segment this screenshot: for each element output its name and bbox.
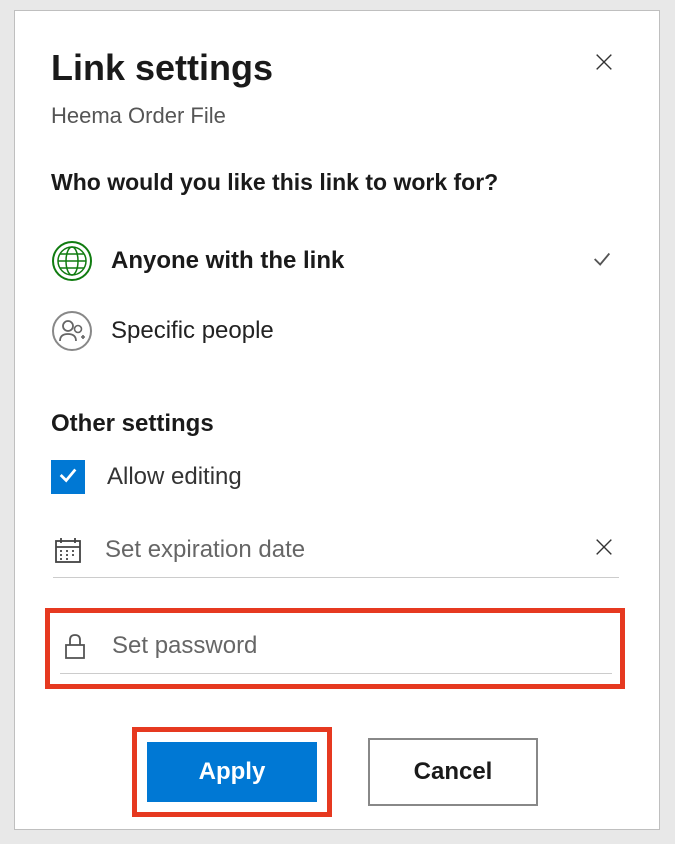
audience-question: Who would you like this link to work for… <box>51 169 619 196</box>
dialog-subtitle: Heema Order File <box>51 103 619 129</box>
option-specific[interactable]: Specific people <box>51 296 619 366</box>
apply-highlight: Apply <box>132 727 332 817</box>
expiration-input[interactable] <box>105 536 589 564</box>
password-row <box>60 631 612 674</box>
close-button[interactable] <box>589 47 619 82</box>
globe-icon <box>51 240 93 282</box>
people-icon <box>51 310 93 352</box>
allow-editing-label: Allow editing <box>107 463 242 491</box>
expiration-row <box>53 532 619 578</box>
option-specific-label: Specific people <box>111 317 619 345</box>
allow-editing-row: Allow editing <box>51 460 619 494</box>
dialog-title: Link settings <box>51 47 273 89</box>
link-settings-dialog: Link settings Heema Order File Who would… <box>14 10 660 830</box>
checkmark-icon <box>57 464 79 491</box>
check-icon <box>591 248 613 275</box>
calendar-icon <box>53 535 83 565</box>
dialog-buttons: Apply Cancel <box>51 727 619 817</box>
cancel-button[interactable]: Cancel <box>368 738 538 806</box>
audience-options: Anyone with the link Specific people <box>51 226 619 366</box>
apply-button[interactable]: Apply <box>147 742 317 802</box>
option-anyone[interactable]: Anyone with the link <box>51 226 619 296</box>
lock-icon <box>60 631 90 661</box>
allow-editing-checkbox[interactable] <box>51 460 85 494</box>
close-icon <box>593 60 615 77</box>
other-settings-heading: Other settings <box>51 410 619 438</box>
close-icon <box>593 545 615 562</box>
dialog-header: Link settings <box>51 47 619 89</box>
option-anyone-label: Anyone with the link <box>111 247 591 275</box>
password-highlight <box>45 608 625 689</box>
password-input[interactable] <box>112 632 612 660</box>
clear-expiration-button[interactable] <box>589 532 619 567</box>
